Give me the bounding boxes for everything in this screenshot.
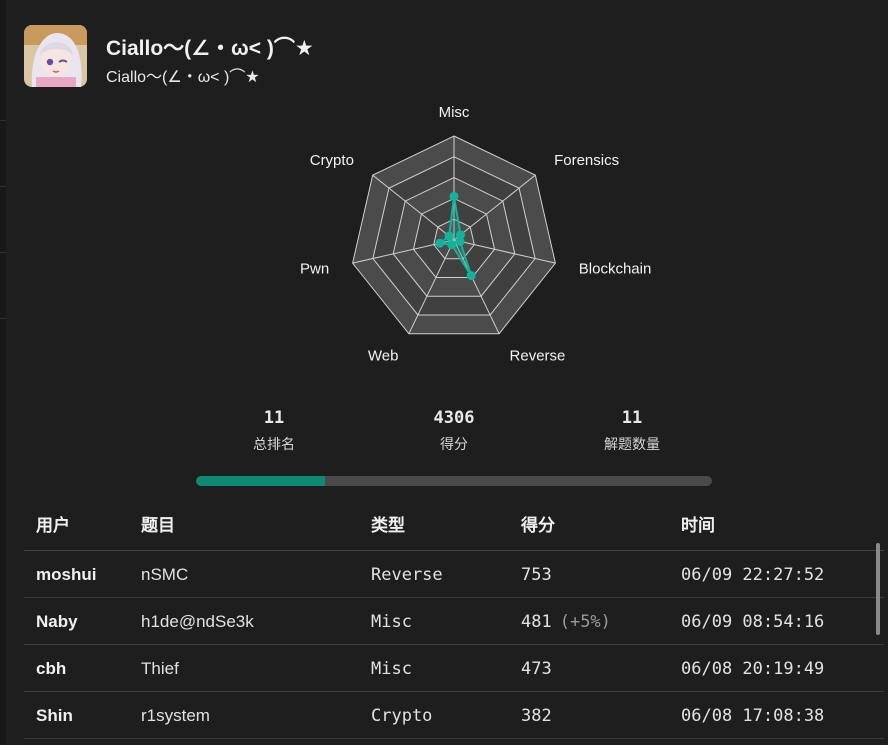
score-label: 得分 bbox=[440, 436, 468, 452]
row-score: 473 bbox=[521, 659, 560, 679]
row-score: 753 bbox=[521, 565, 560, 585]
radar-label-blockchain: Blockchain bbox=[579, 260, 652, 277]
row-type: Crypto bbox=[371, 706, 433, 726]
row-user: Naby bbox=[36, 612, 78, 631]
row-challenge: nSMC bbox=[141, 565, 189, 584]
progress-bar bbox=[196, 476, 712, 486]
stats-summary: 11 总排名 4306 得分 11 解题数量 bbox=[6, 408, 882, 468]
table-row[interactable]: Naby h1de@ndSe3k Misc 481 (+5%) 06/09 08:… bbox=[24, 598, 884, 645]
row-type: Misc bbox=[371, 612, 412, 632]
rank-value: 11 bbox=[263, 408, 285, 428]
table-row[interactable]: moshui nSMC Reverse 753 06/09 22:27:52 bbox=[24, 551, 884, 598]
radar-point-crypto bbox=[444, 231, 454, 241]
user-detail-panel: Ciallo～(∠・ω< )⌒★ Ciallo～(∠・ω< )⌒★ Misc Fo… bbox=[6, 0, 884, 745]
solved-label: 解题数量 bbox=[604, 436, 660, 452]
radar-point-pwn bbox=[435, 238, 445, 248]
header-type: 类型 bbox=[371, 516, 405, 535]
row-challenge: r1system bbox=[141, 706, 210, 725]
score-value: 4306 bbox=[433, 408, 475, 428]
solves-table: 用户 题目 类型 得分 时间 moshui nSMC Reverse 753 0… bbox=[24, 497, 884, 739]
header-score: 得分 bbox=[521, 516, 555, 535]
header-user: 用户 bbox=[36, 516, 70, 535]
table-row[interactable]: cbh Thief Misc 473 06/08 20:19:49 bbox=[24, 645, 884, 692]
table-header: 用户 题目 类型 得分 时间 bbox=[24, 497, 884, 551]
row-time: 06/08 20:19:49 bbox=[681, 659, 825, 679]
radar-point-reverse bbox=[466, 271, 476, 281]
row-score-value: 473 bbox=[521, 659, 552, 679]
header-time: 时间 bbox=[681, 516, 715, 535]
row-time: 06/08 17:08:38 bbox=[681, 706, 825, 726]
row-type: Reverse bbox=[371, 565, 443, 585]
stat-score: 4306 得分 bbox=[394, 408, 514, 454]
progress-fill bbox=[196, 476, 325, 486]
row-user: moshui bbox=[36, 565, 97, 584]
rank-label: 总排名 bbox=[253, 436, 295, 452]
radar-label-crypto: Crypto bbox=[310, 152, 354, 169]
radar-label-reverse: Reverse bbox=[510, 347, 566, 364]
stat-rank: 11 总排名 bbox=[214, 408, 334, 454]
radar-label-misc: Misc bbox=[439, 104, 470, 121]
row-score: 382 bbox=[521, 706, 560, 726]
row-score-bonus: (+5%) bbox=[559, 612, 611, 632]
radar-point-web bbox=[447, 240, 457, 250]
radar-label-forensics: Forensics bbox=[554, 152, 619, 169]
row-challenge: h1de@ndSe3k bbox=[141, 612, 254, 631]
radar-label-web: Web bbox=[368, 347, 399, 364]
row-time: 06/09 08:54:16 bbox=[681, 612, 825, 632]
row-score-value: 481 bbox=[521, 612, 552, 632]
row-score-value: 382 bbox=[521, 706, 552, 726]
radar-point-blockchain bbox=[455, 236, 465, 246]
radar-point-misc bbox=[449, 191, 459, 201]
row-score: 481 (+5%) bbox=[521, 612, 611, 632]
row-user: cbh bbox=[36, 659, 67, 678]
header-challenge: 题目 bbox=[141, 516, 175, 535]
stat-solved: 11 解题数量 bbox=[572, 408, 692, 454]
table-row[interactable]: Shin r1system Crypto 382 06/08 17:08:38 bbox=[24, 692, 884, 739]
radar-label-pwn: Pwn bbox=[300, 260, 329, 277]
row-time: 06/09 22:27:52 bbox=[681, 565, 825, 585]
solved-value: 11 bbox=[621, 408, 643, 428]
table-scrollbar[interactable] bbox=[876, 543, 880, 635]
category-radar-chart: Misc Forensics Blockchain Reverse Web Pwn Cryp… bbox=[300, 104, 652, 364]
row-challenge: Thief bbox=[141, 659, 179, 678]
row-score-value: 753 bbox=[521, 565, 552, 585]
row-type: Misc bbox=[371, 659, 412, 679]
row-user: Shin bbox=[36, 706, 73, 725]
